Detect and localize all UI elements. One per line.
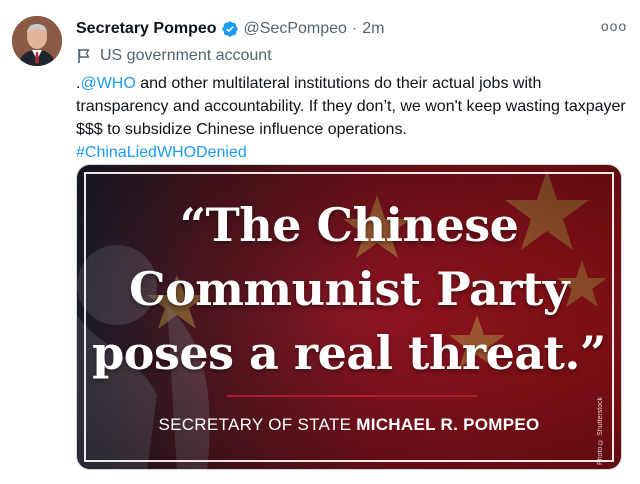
quote-divider: [227, 395, 477, 397]
government-account-label: US government account: [76, 46, 272, 66]
quote-text: “The Chinese Communist Party poses a rea…: [77, 193, 621, 385]
hashtag-link[interactable]: #ChinaLiedWHODenied: [76, 144, 247, 161]
tweet[interactable]: Secretary Pompeo @SecPompeo · 2m ooo US …: [0, 0, 640, 484]
avatar[interactable]: [12, 16, 62, 66]
separator-dot: ·: [351, 20, 358, 37]
attribution-name: MICHAEL R. POMPEO: [356, 415, 540, 434]
author-handle[interactable]: @SecPompeo: [244, 20, 347, 38]
tweet-text-body: and other multilateral institutions do t…: [76, 75, 626, 138]
photo-credit: Photo © Shutterstock: [597, 396, 604, 465]
tweet-text: .@WHO and other multilateral institution…: [76, 72, 626, 164]
timestamp[interactable]: 2m: [362, 20, 384, 38]
tweet-media-image[interactable]: “The Chinese Communist Party poses a rea…: [76, 164, 622, 470]
mention-link[interactable]: @WHO: [80, 75, 135, 92]
verified-badge-icon: [221, 20, 239, 38]
tweet-header: Secretary Pompeo @SecPompeo · 2m: [76, 18, 384, 40]
author-name[interactable]: Secretary Pompeo: [76, 20, 217, 38]
quote-line-3: poses a real threat.”: [92, 326, 606, 380]
attribution-prefix: SECRETARY OF STATE: [158, 415, 357, 434]
quote-line-1: “The Chinese: [179, 198, 519, 252]
government-label-text: US government account: [100, 47, 272, 64]
quote-attribution: SECRETARY OF STATE MICHAEL R. POMPEO: [77, 415, 621, 435]
quote-line-2: Communist Party: [128, 262, 570, 316]
more-options-icon[interactable]: ooo: [600, 18, 628, 38]
avatar-portrait: [12, 16, 62, 66]
flag-icon: [76, 48, 92, 64]
